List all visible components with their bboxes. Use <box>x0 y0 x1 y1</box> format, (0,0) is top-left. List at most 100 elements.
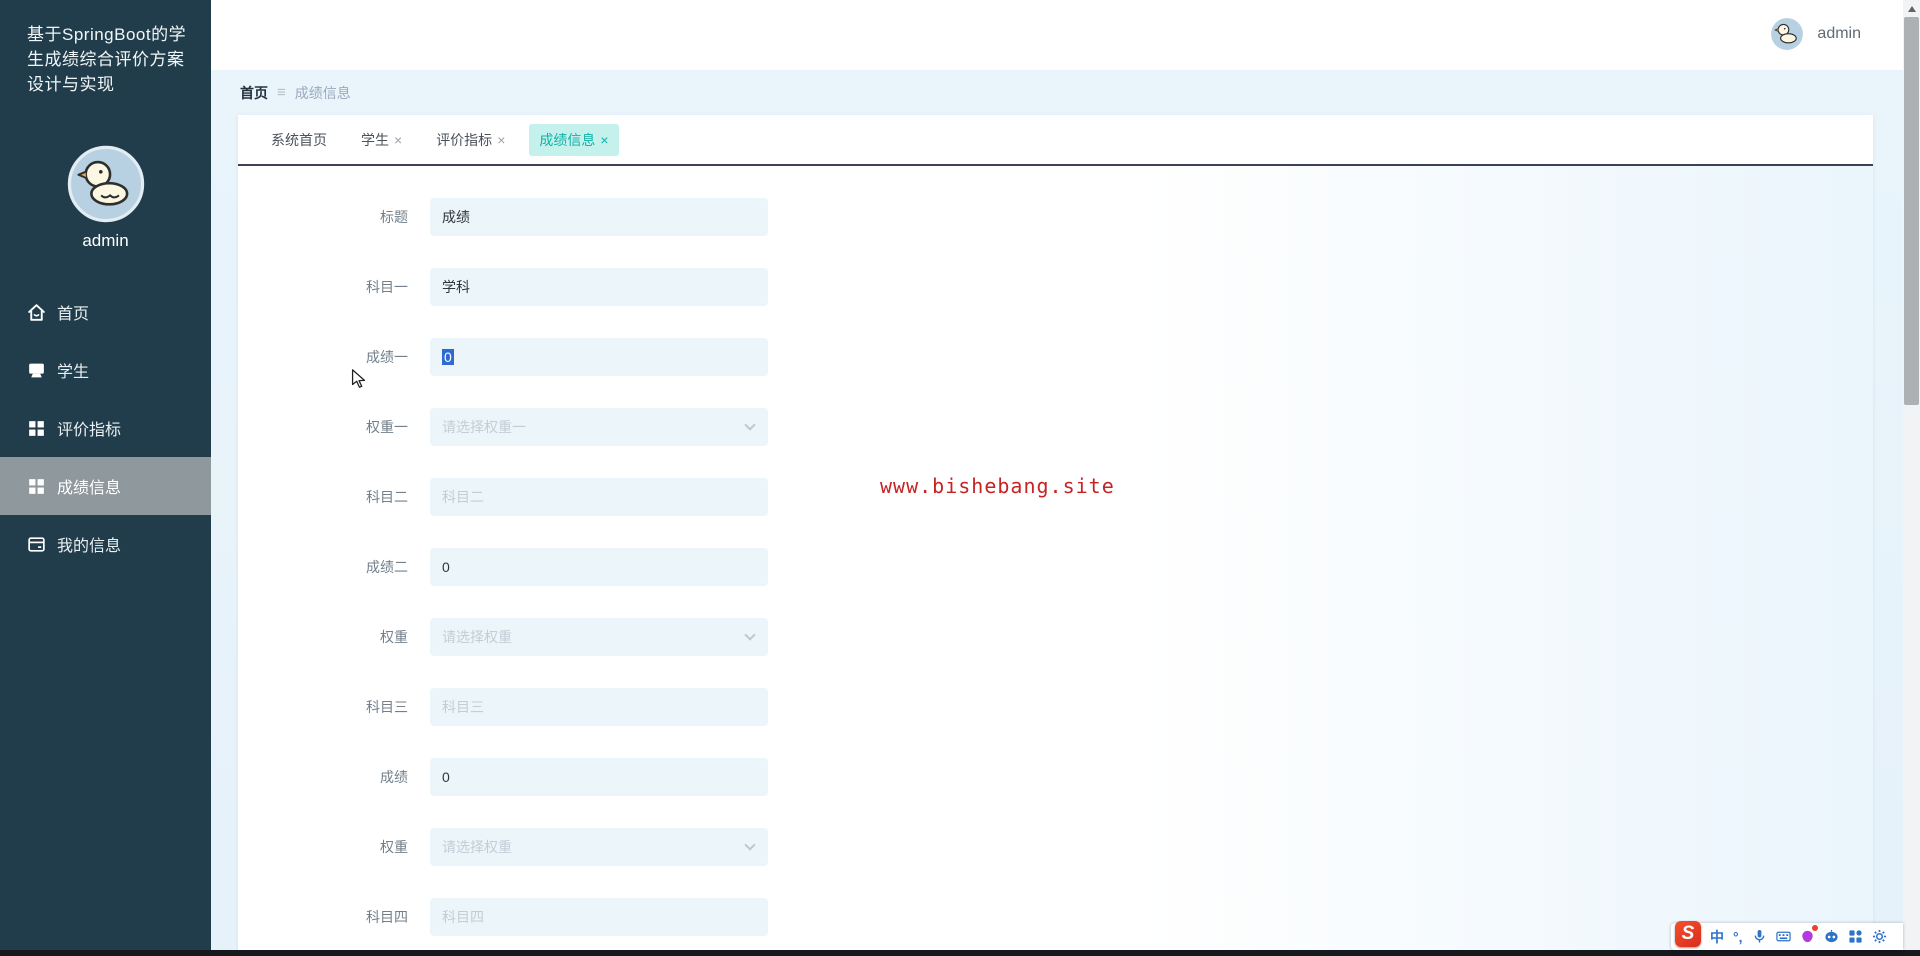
home-icon <box>26 302 47 323</box>
keyboard-icon[interactable] <box>1775 929 1791 944</box>
field-label: 成绩二 <box>366 559 408 575</box>
breadcrumb-separator-icon: ≡ <box>277 84 286 101</box>
app-title: 基于SpringBoot的学生成绩综合评价方案设计与实现 <box>27 25 187 94</box>
tab-system-home[interactable]: 系统首页 <box>261 124 337 156</box>
form-row-score1: 成绩一 0 <box>238 338 1873 376</box>
sidebar-item-label: 学生 <box>57 364 90 381</box>
header-user-menu[interactable]: admin <box>1770 17 1861 51</box>
microphone-icon[interactable] <box>1752 929 1767 944</box>
tab-close-icon[interactable]: × <box>497 132 505 148</box>
field-label: 科目二 <box>366 489 408 505</box>
form-row-subject1: 科目一 <box>238 268 1873 306</box>
form-row-weight2: 权重 请选择权重 <box>238 618 1873 656</box>
sidebar-menu: 首页 学生 评价指标 成绩信息 我的信息 <box>0 283 211 573</box>
selected-text: 0 <box>442 349 454 365</box>
field-label: 成绩 <box>380 769 408 785</box>
form-row-subject3: 科目三 <box>238 688 1873 726</box>
breadcrumb: 首页 ≡ 成绩信息 <box>211 70 1903 115</box>
field-label: 科目一 <box>366 279 408 295</box>
field-label: 科目三 <box>366 699 408 715</box>
form-row-weight1: 权重一 请选择权重一 <box>238 408 1873 446</box>
notification-dot <box>1811 925 1818 931</box>
chinese-mode-icon[interactable]: 中 <box>1710 927 1724 947</box>
breadcrumb-home[interactable]: 首页 <box>240 83 268 103</box>
title-input[interactable] <box>430 198 768 236</box>
sidebar-username: admin <box>82 231 129 250</box>
tab-close-icon[interactable]: × <box>394 132 402 148</box>
bottom-taskbar-edge <box>0 950 1920 956</box>
smart-assistant-icon[interactable] <box>1824 929 1839 944</box>
tab-label: 系统首页 <box>271 131 327 148</box>
sidebar-item-my-info[interactable]: 我的信息 <box>0 515 211 573</box>
tab-label: 成绩信息 <box>539 131 596 148</box>
duck-avatar-icon <box>67 145 144 223</box>
toolbox-icon[interactable] <box>1848 929 1863 944</box>
sidebar-item-label: 成绩信息 <box>57 480 122 497</box>
subject3-input[interactable] <box>430 688 768 726</box>
top-header: admin <box>211 0 1903 70</box>
punctuation-icon[interactable]: °, <box>1733 929 1743 945</box>
mouse-cursor <box>351 369 366 388</box>
sidebar-item-student[interactable]: 学生 <box>0 341 211 399</box>
form-row-title: 标题 <box>238 198 1873 236</box>
subject2-input[interactable] <box>430 478 768 516</box>
tab-label: 评价指标 <box>436 131 493 148</box>
chevron-down-icon <box>744 419 756 431</box>
sidebar-item-label: 评价指标 <box>57 422 122 439</box>
form-row-weight3: 权重 请选择权重 <box>238 828 1873 866</box>
monitor-icon <box>26 360 47 381</box>
grid-icon <box>26 476 47 497</box>
tab-label: 学生 <box>361 131 389 148</box>
field-label: 标题 <box>380 209 408 225</box>
subject4-input[interactable] <box>430 898 768 936</box>
sidebar-item-scores[interactable]: 成绩信息 <box>0 457 211 515</box>
profile-card-icon <box>26 534 47 555</box>
subject1-input[interactable] <box>430 268 768 306</box>
duck-avatar-icon <box>1771 18 1804 50</box>
weight2-select[interactable]: 请选择权重 <box>430 618 768 656</box>
sidebar-item-indicators[interactable]: 评价指标 <box>0 399 211 457</box>
form-row-score2: 成绩二 <box>238 548 1873 586</box>
chevron-down-icon <box>744 629 756 641</box>
scrollbar-up-arrow-icon[interactable] <box>1903 0 1920 17</box>
grid-icon <box>26 418 47 439</box>
field-label: 成绩一 <box>366 349 408 365</box>
tab-bar: 系统首页 学生 × 评价指标 × 成绩信息 × <box>238 115 1873 166</box>
tab-student[interactable]: 学生 × <box>351 124 412 156</box>
user-avatar <box>1770 17 1804 51</box>
sidebar-item-label: 我的信息 <box>57 538 122 555</box>
field-label: 科目四 <box>366 909 408 925</box>
header-username: admin <box>1817 25 1861 42</box>
score3-input[interactable] <box>430 758 768 796</box>
sidebar-avatar <box>67 145 145 223</box>
field-label: 权重 <box>380 839 408 855</box>
weight1-select[interactable]: 请选择权重一 <box>430 408 768 446</box>
settings-icon[interactable] <box>1872 929 1887 944</box>
scrollbar-thumb[interactable] <box>1904 17 1919 405</box>
chevron-down-icon <box>744 839 756 851</box>
vertical-scrollbar[interactable] <box>1903 0 1920 956</box>
field-label: 权重一 <box>366 419 408 435</box>
form-row-subject4: 科目四 <box>238 898 1873 936</box>
form-row-score3: 成绩 <box>238 758 1873 796</box>
main-content: 首页 ≡ 成绩信息 系统首页 学生 × 评价指标 × 成绩信息 × 标题 成绩 … <box>211 70 1903 956</box>
tab-close-icon[interactable]: × <box>600 132 608 148</box>
score2-input[interactable] <box>430 548 768 586</box>
weight3-select[interactable]: 请选择权重 <box>430 828 768 866</box>
skin-icon[interactable] <box>1800 925 1818 944</box>
sidebar-item-label: 首页 <box>57 306 90 323</box>
breadcrumb-current: 成绩信息 <box>294 84 351 101</box>
score1-input[interactable]: 0 <box>430 338 768 376</box>
site-watermark: www.bishebang.site <box>880 474 1115 498</box>
content-card: 系统首页 学生 × 评价指标 × 成绩信息 × 标题 科目一 <box>238 115 1873 956</box>
select-placeholder: 请选择权重 <box>442 629 512 645</box>
select-placeholder: 请选择权重一 <box>442 419 526 435</box>
sidebar-item-home[interactable]: 首页 <box>0 283 211 341</box>
tab-scores[interactable]: 成绩信息 × <box>529 123 619 156</box>
sidebar: 基于SpringBoot的学生成绩综合评价方案设计与实现 admin 首页 学生 <box>0 0 211 956</box>
sogou-logo-icon[interactable]: S <box>1675 920 1701 947</box>
select-placeholder: 请选择权重 <box>442 839 512 855</box>
field-label: 权重 <box>380 629 408 645</box>
tab-indicators[interactable]: 评价指标 × <box>426 124 515 156</box>
score-form: 标题 科目一 成绩一 0 权重一 请选择权重一 <box>238 166 1873 936</box>
